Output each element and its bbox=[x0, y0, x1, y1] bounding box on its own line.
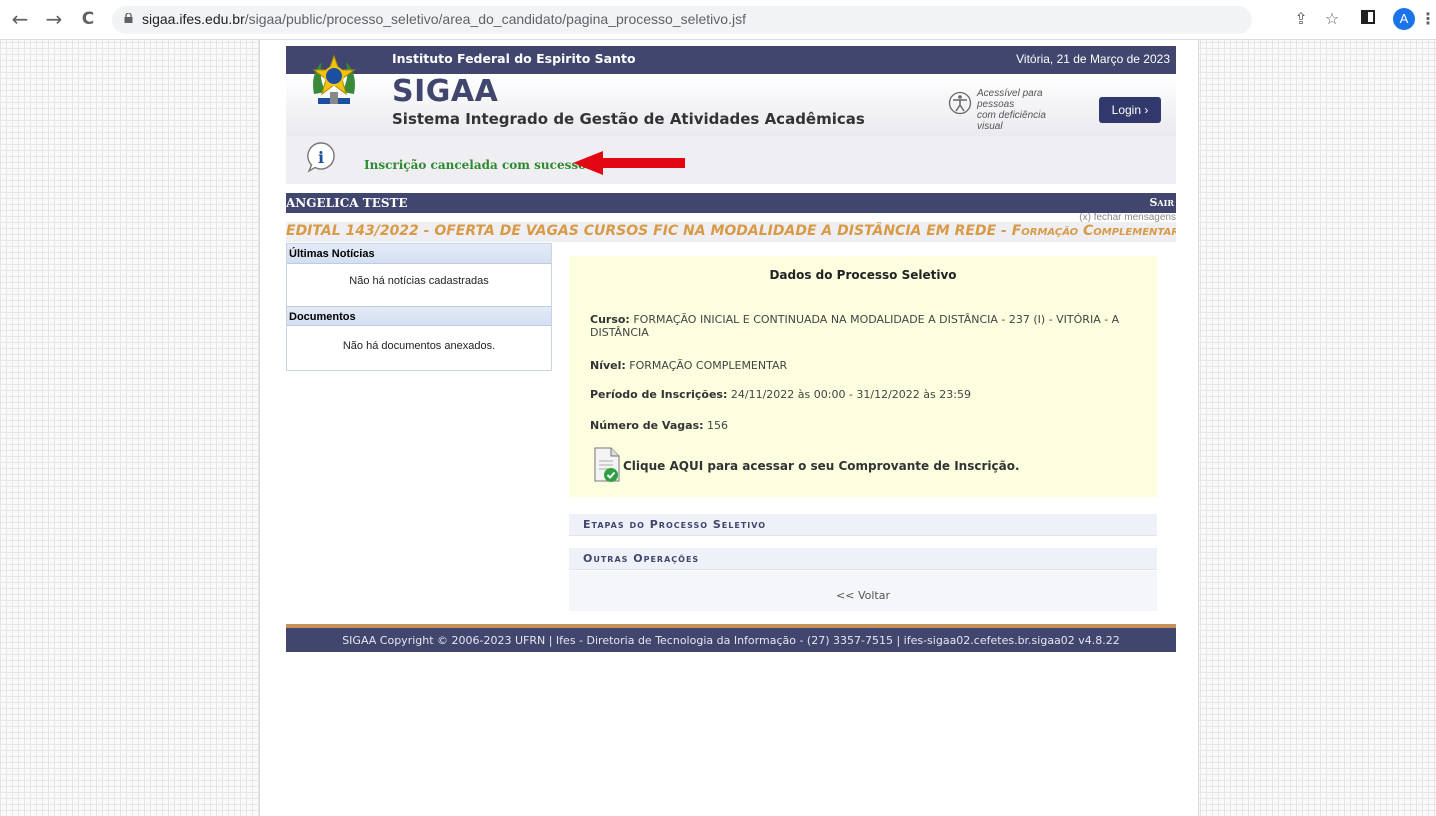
accessibility-icon[interactable] bbox=[948, 91, 972, 115]
menu-kebab-icon[interactable]: ⋮ bbox=[1418, 9, 1436, 29]
current-date: Vitória, 21 de Março de 2023 bbox=[1016, 52, 1170, 66]
system-full-name: Sistema Integrado de Gestão de Atividade… bbox=[392, 110, 865, 128]
red-arrow-annotation bbox=[573, 151, 685, 175]
document-check-icon[interactable] bbox=[593, 447, 623, 483]
news-empty-text: Não há notícias cadastradas bbox=[349, 275, 489, 287]
voltar-link[interactable]: << Voltar bbox=[569, 589, 1157, 602]
back-button[interactable]: ← bbox=[8, 6, 32, 32]
system-logo-text: SIGAA bbox=[392, 74, 499, 109]
username: ANGELICA TESTE bbox=[286, 196, 408, 210]
documents-header: Documentos bbox=[287, 306, 551, 326]
browser-toolbar: ← → C sigaa.ifes.edu.br/sigaa/public/pro… bbox=[0, 0, 1436, 40]
bookmark-star-icon[interactable]: ☆ bbox=[1322, 9, 1342, 29]
user-bar: ANGELICA TESTE Sair bbox=[286, 193, 1176, 213]
etapas-section-header[interactable]: Etapas do Processo Seletivo bbox=[569, 514, 1157, 536]
login-button[interactable]: Login › bbox=[1099, 97, 1161, 123]
logout-link[interactable]: Sair bbox=[1149, 196, 1174, 209]
footer-text: SIGAA Copyright © 2006-2023 UFRN | Ifes … bbox=[342, 634, 1120, 647]
reload-button[interactable]: C bbox=[76, 6, 100, 32]
page-container: Instituto Federal do Espirito Santo Vitó… bbox=[259, 40, 1199, 816]
address-bar[interactable]: sigaa.ifes.edu.br/sigaa/public/processo_… bbox=[112, 6, 1252, 34]
brasil-coat-of-arms-logo bbox=[312, 54, 356, 104]
url-text: sigaa.ifes.edu.br/sigaa/public/processo_… bbox=[142, 11, 746, 27]
voltar-area: << Voltar bbox=[569, 571, 1157, 611]
sidebar: Últimas Notícias Não há notícias cadastr… bbox=[286, 243, 552, 371]
info-icon: i bbox=[307, 142, 335, 173]
header-top-bar: Instituto Federal do Espirito Santo Vitó… bbox=[286, 46, 1176, 74]
vagas-field: Número de Vagas: 156 bbox=[590, 419, 729, 432]
news-header: Últimas Notícias bbox=[287, 244, 551, 264]
profile-avatar[interactable]: A bbox=[1393, 8, 1415, 30]
nivel-field: Nível: FORMAÇÃO COMPLEMENTAR bbox=[590, 359, 788, 372]
success-message: Inscrição cancelada com sucesso. bbox=[364, 158, 591, 172]
curso-field: Curso: FORMAÇÃO INICIAL E CONTINUADA NA … bbox=[590, 313, 1120, 339]
comprovante-link[interactable]: Clique AQUI para acessar o seu Comprovan… bbox=[623, 459, 1020, 473]
svg-text:i: i bbox=[318, 148, 324, 167]
periodo-field: Período de Inscrições: 24/11/2022 às 00:… bbox=[590, 388, 971, 401]
panel-title: Dados do Processo Seletivo bbox=[769, 268, 957, 282]
edital-title: EDITAL 143/2022 - OFERTA DE VAGAS CURSOS… bbox=[286, 222, 1176, 242]
side-panel-icon[interactable] bbox=[1358, 9, 1378, 29]
accessibility-link[interactable]: Acessível para pessoas com deficiência vi… bbox=[977, 88, 1072, 132]
outras-operacoes-section-header[interactable]: Outras Operações bbox=[569, 548, 1157, 570]
forward-button[interactable]: → bbox=[42, 6, 66, 32]
share-icon[interactable]: ⇪ bbox=[1291, 9, 1311, 29]
institution-name: Instituto Federal do Espirito Santo bbox=[392, 51, 636, 66]
processo-details-panel: Dados do Processo Seletivo Curso: FORMAÇ… bbox=[569, 256, 1157, 497]
footer: SIGAA Copyright © 2006-2023 UFRN | Ifes … bbox=[286, 624, 1176, 652]
lock-icon bbox=[124, 13, 133, 23]
documents-empty-text: Não há documentos anexados. bbox=[342, 340, 496, 352]
edital-subtitle: Formação Complementar bbox=[1011, 223, 1176, 239]
